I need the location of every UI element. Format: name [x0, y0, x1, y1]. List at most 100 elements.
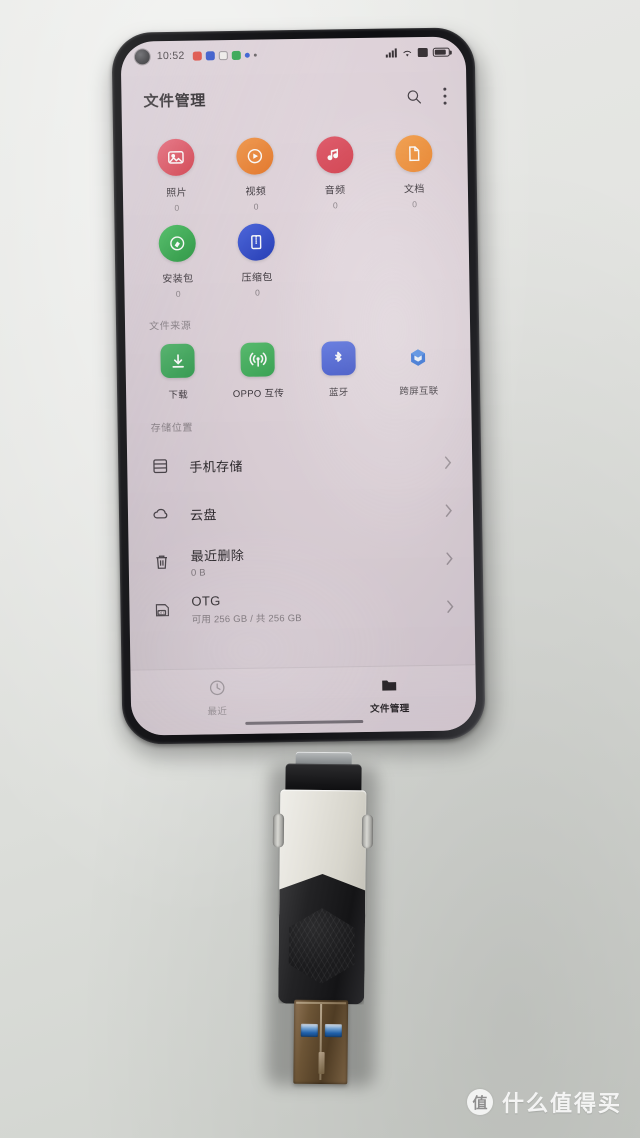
archive-icon	[237, 223, 276, 261]
storage-row-otg[interactable]: OTG OTG 可用 256 GB / 共 256 GB	[151, 582, 455, 635]
app-header: 文件管理	[121, 72, 467, 123]
usb3-contact-left	[300, 1023, 318, 1037]
wifi-icon	[402, 48, 413, 57]
photo-scene: 10:52 文件管理 照片 0 视频 0 音频 0 文档 0 安装包 0 压缩包…	[0, 0, 640, 1138]
green-app-icon	[231, 50, 241, 60]
grid-spacer	[375, 221, 455, 296]
more-vertical-icon[interactable]	[442, 87, 447, 105]
search-icon[interactable]	[405, 88, 422, 105]
multiscreen-icon	[401, 340, 436, 375]
source-bluetooth[interactable]: 蓝牙	[298, 341, 379, 399]
category-count: 0	[412, 199, 417, 210]
storage-subtitle: 0 B	[190, 566, 206, 579]
category-grid: 照片 0 视频 0 音频 0 文档 0 安装包 0 压缩包 0	[122, 118, 470, 303]
category-audio[interactable]: 音频 0	[295, 136, 375, 211]
front-camera-punchhole	[134, 48, 150, 65]
category-apk[interactable]: 安装包 0	[137, 224, 217, 299]
usb-a-connector	[293, 999, 349, 1085]
source-label: 下载	[168, 389, 189, 402]
drive-hexagon-pattern	[288, 908, 355, 985]
category-archive[interactable]: 压缩包 0	[217, 223, 297, 298]
watermark-text: 什么值得买	[501, 1092, 622, 1117]
chevron-right-icon	[446, 551, 454, 565]
source-label: 蓝牙	[328, 387, 349, 399]
storage-row-cloud[interactable]: 云盘	[150, 486, 454, 539]
storage-title: 云盘	[189, 506, 217, 523]
clock-icon	[207, 678, 226, 697]
photo-icon	[157, 138, 195, 177]
home-indicator[interactable]	[244, 720, 363, 725]
drive-body-lower	[278, 874, 365, 1005]
folder-icon	[380, 675, 399, 694]
category-photos[interactable]: 照片 0	[136, 138, 216, 213]
storage-title: OTG	[191, 593, 221, 609]
bluetooth-icon	[320, 341, 356, 376]
category-label: 音频	[324, 185, 346, 197]
storage-list: 手机存储 云盘 最近删除 0 B OTG OTG 可用 256 GB / 共 2…	[127, 429, 475, 634]
category-label: 照片	[166, 187, 188, 200]
phone-storage-icon	[149, 455, 171, 477]
smzdm-logo-icon: 值	[466, 1089, 493, 1115]
category-count: 0	[332, 200, 338, 211]
trash-icon	[151, 551, 173, 573]
chevron-right-icon	[445, 503, 453, 517]
nav-label: 文件管理	[369, 703, 410, 715]
otg-icon: OTG	[151, 599, 173, 621]
category-count: 0	[175, 288, 181, 299]
category-documents[interactable]: 文档 0	[374, 134, 454, 210]
category-count: 0	[174, 202, 180, 213]
category-label: 视频	[245, 186, 267, 198]
source-oppo-share[interactable]: OPPO 互传	[218, 342, 299, 400]
storage-title: 手机存储	[189, 458, 243, 475]
usb-a-notch	[318, 1051, 325, 1075]
drive-side-lug-left	[272, 813, 285, 848]
apk-icon	[158, 224, 197, 263]
usb-flash-drive	[260, 751, 384, 1092]
nav-label: 最近	[207, 706, 228, 718]
grid-spacer	[296, 222, 376, 297]
header-actions	[405, 87, 447, 105]
storage-text: 手机存储	[189, 455, 243, 475]
chevron-right-icon	[446, 599, 454, 613]
drive-side-lug-right	[361, 814, 374, 849]
bottom-navigation: 最近 文件管理	[130, 664, 477, 736]
category-label: 压缩包	[241, 272, 273, 284]
audio-icon	[315, 136, 354, 174]
status-bar-notifications	[192, 50, 257, 61]
blue-dot-icon	[244, 52, 250, 58]
category-label: 安装包	[162, 273, 194, 286]
usb3-contact-right	[324, 1024, 342, 1038]
chevron-right-icon	[444, 455, 452, 469]
storage-subtitle: 可用 256 GB / 共 256 GB	[191, 612, 302, 626]
alarm-icon	[417, 47, 428, 57]
red-app-icon	[192, 50, 202, 61]
category-count: 0	[253, 201, 259, 212]
watermark: 值 什么值得买	[466, 1086, 622, 1118]
nav-item-file-manager[interactable]: 文件管理	[303, 674, 476, 724]
status-bar: 10:52	[121, 36, 466, 71]
document-icon	[394, 134, 433, 173]
video-icon	[236, 137, 275, 175]
status-bar-indicators	[385, 47, 450, 58]
nav-item-recent[interactable]: 最近	[131, 677, 304, 727]
camera-app-icon	[218, 50, 228, 60]
svg-text:OTG: OTG	[158, 611, 166, 615]
sources-grid: 下载 OPPO 互传 蓝牙 跨屏互联	[125, 327, 471, 403]
category-videos[interactable]: 视频 0	[215, 137, 295, 212]
share-icon	[240, 342, 276, 377]
storage-row-recently-deleted[interactable]: 最近删除 0 B	[150, 534, 454, 587]
storage-row-phone[interactable]: 手机存储	[149, 438, 453, 491]
small-dot-icon	[253, 53, 257, 57]
source-downloads[interactable]: 下载	[137, 343, 218, 401]
storage-text: 最近删除 0 B	[190, 544, 245, 579]
battery-icon	[432, 47, 450, 57]
signal-icon	[385, 47, 397, 58]
page-title: 文件管理	[143, 91, 207, 110]
category-count: 0	[254, 287, 260, 298]
source-label: 跨屏互联	[399, 385, 439, 398]
source-multiscreen[interactable]: 跨屏互联	[378, 339, 459, 397]
status-bar-time: 10:52	[156, 49, 185, 63]
blue-app-icon	[205, 50, 215, 60]
storage-title: 最近删除	[190, 547, 245, 564]
download-icon	[160, 343, 195, 379]
